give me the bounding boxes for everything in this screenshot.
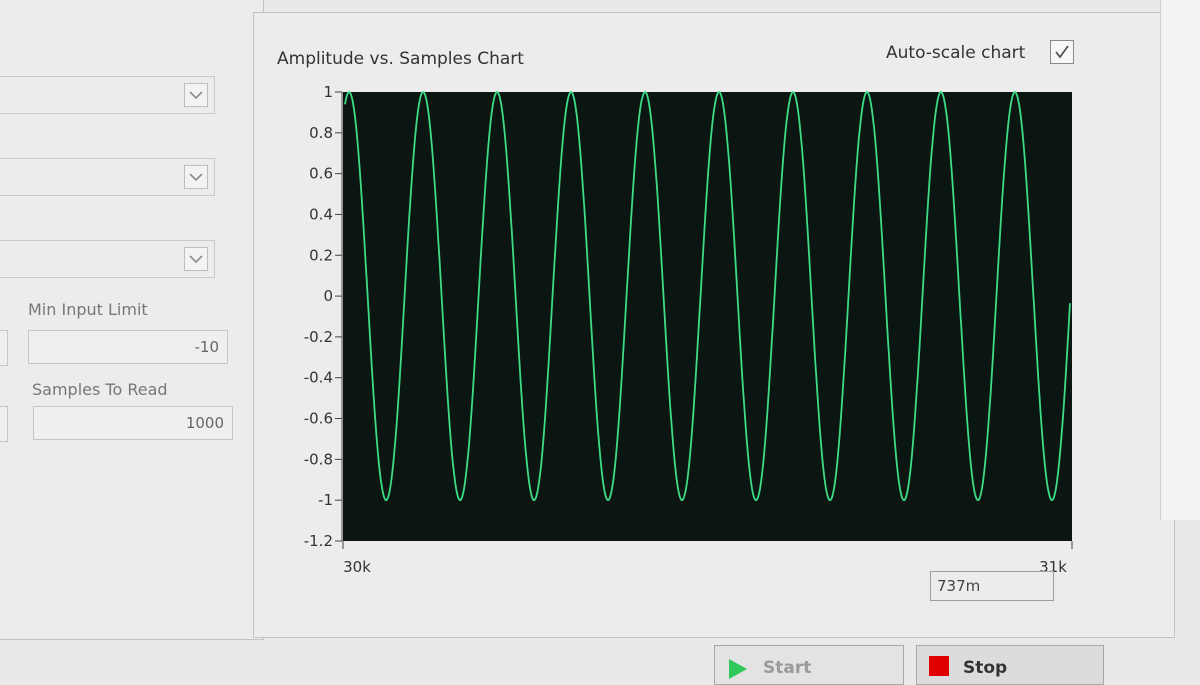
y-tick-label: 0.6	[309, 165, 333, 183]
y-tick-label: 0.4	[309, 205, 333, 223]
y-tick-label: -0.2	[304, 328, 333, 346]
y-tick-label: -0.4	[304, 369, 333, 387]
x-tick-label: 30k	[343, 558, 371, 576]
start-button[interactable]: Start	[714, 645, 904, 685]
y-tick-label: 1	[323, 83, 333, 101]
plot-area[interactable]	[343, 92, 1072, 541]
y-tick-label: -1	[318, 491, 333, 509]
y-tick-label: -0.6	[304, 410, 333, 428]
play-icon	[729, 659, 747, 679]
y-tick-label: -1.2	[304, 532, 333, 550]
y-tick-label: -0.8	[304, 450, 333, 468]
start-button-label: Start	[763, 658, 812, 678]
stop-button[interactable]: Stop	[916, 645, 1104, 685]
y-tick-label: 0.2	[309, 246, 333, 264]
cursor-readout: 737m	[930, 571, 1054, 601]
y-tick-label: 0.8	[309, 124, 333, 142]
y-axis: 1 0.8 0.6 0.4 0.2 0 -0.2 -0.4 -0.6 -0.8 -1 -1.2	[304, 83, 343, 550]
y-tick-label: 0	[323, 287, 333, 305]
stop-button-label: Stop	[963, 658, 1008, 678]
stop-icon	[929, 656, 949, 676]
